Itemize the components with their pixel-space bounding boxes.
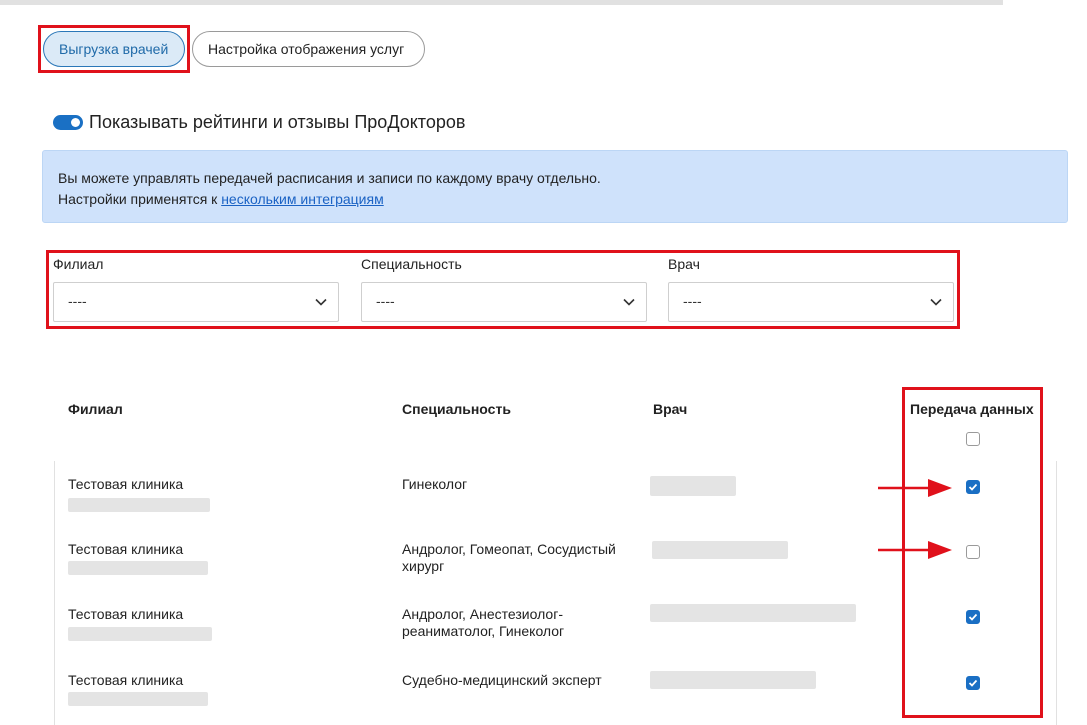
cell-specialty: Судебно-медицинский эксперт	[402, 672, 602, 688]
cell-specialty: Андролог, Гомеопат, Сосудистый хирург	[402, 541, 616, 574]
annotation-box-filters	[46, 250, 960, 329]
info-alert: Вы можете управлять передачей расписания…	[42, 150, 1068, 223]
branch-address-redacted	[68, 627, 212, 641]
cell-branch: Тестовая клиника	[68, 541, 184, 557]
row-divider	[0, 4, 1003, 5]
col-header-specialty: Специальность	[402, 401, 511, 417]
cell-specialty: Гинеколог	[402, 476, 468, 492]
cell-specialty: Андролог, Анестезиолог-реаниматолог, Гин…	[402, 606, 565, 639]
doctor-name-redacted	[650, 476, 736, 496]
annotation-box-tab	[38, 25, 190, 73]
alert-line-2-text: Настройки применятся к	[58, 191, 222, 207]
cell-branch: Тестовая клиника	[68, 476, 184, 492]
col-header-branch: Филиал	[68, 401, 123, 417]
doctor-name-redacted	[650, 604, 856, 622]
cell-branch: Тестовая клиника	[68, 672, 184, 688]
branch-address-redacted	[68, 561, 208, 575]
branch-address-redacted	[68, 498, 210, 512]
ratings-toggle[interactable]	[53, 115, 83, 130]
annotation-arrow-icon	[878, 479, 952, 497]
doctor-name-redacted	[650, 671, 816, 689]
table-border-right	[1056, 461, 1057, 725]
branch-address-redacted	[68, 692, 208, 706]
alert-line-2: Настройки применятся к нескольким интегр…	[58, 189, 1052, 210]
annotation-arrow-icon	[878, 541, 952, 559]
doctor-name-redacted	[652, 541, 788, 559]
col-header-doctor: Врач	[653, 401, 688, 417]
alert-line-1: Вы можете управлять передачей расписания…	[58, 170, 601, 186]
cell-branch: Тестовая клиника	[68, 606, 184, 622]
toggle-knob	[71, 118, 80, 127]
ratings-toggle-label: Показывать рейтинги и отзывы ПроДокторов	[89, 112, 466, 132]
tab-services-display[interactable]: Настройка отображения услуг	[192, 31, 425, 67]
integrations-link[interactable]: нескольким интеграциям	[221, 191, 384, 207]
